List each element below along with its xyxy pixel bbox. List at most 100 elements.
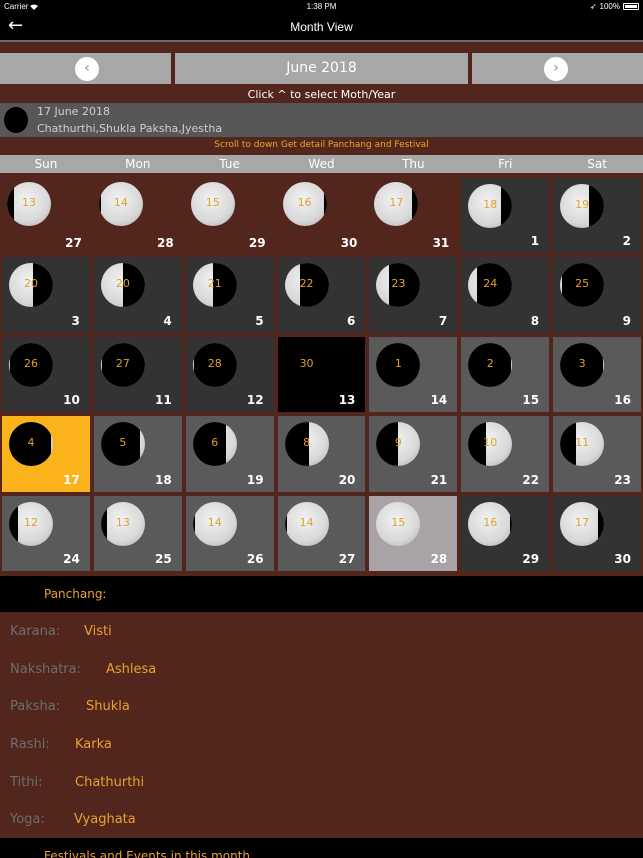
calendar-day-cell[interactable]: 18 1 [461, 178, 550, 254]
moon-phase-icon: 27 [100, 342, 145, 387]
tithi-number: 15 [391, 515, 406, 529]
tithi-number: 8 [303, 436, 311, 450]
tithi-number: 3 [578, 356, 586, 370]
day-number: 3 [71, 313, 80, 328]
festivals-title: Festivals and Events in this month [44, 849, 251, 858]
day-number: 26 [246, 551, 264, 566]
calendar-day-cell[interactable]: 13 27 [0, 176, 92, 255]
calendar-day-cell[interactable]: 5 18 [93, 416, 182, 492]
moon-phase-icon: 16 [282, 182, 327, 226]
moon-phase-icon: 28 [192, 342, 237, 387]
calendar-day-cell[interactable]: 215 [185, 257, 274, 333]
day-number: 9 [622, 313, 631, 328]
tithi-number: 11 [575, 436, 590, 450]
weekday-thu: Thu [402, 157, 425, 171]
calendar-day-cell[interactable]: 11 23 [553, 416, 641, 492]
tithi-number: 9 [394, 436, 402, 450]
calendar-day-cell[interactable]: 14 28 [92, 176, 184, 255]
panchang-value: Visti [84, 624, 112, 639]
calendar-day-cell[interactable]: 215 [461, 336, 550, 413]
calendar-day-cell[interactable]: 16 30 [276, 176, 368, 255]
moon-phase-icon: 9 [376, 422, 421, 467]
calendar-day-cell[interactable]: 6 19 [185, 416, 274, 492]
moon-phase-icon: 30 [284, 342, 329, 387]
prev-month-panel[interactable]: ‹ [0, 53, 171, 84]
calendar-day-cell[interactable]: 14 27 [277, 495, 366, 571]
calendar-day-cell[interactable]: 25 9 [553, 257, 641, 333]
calendar-day-cell[interactable]: 3 16 [553, 336, 641, 413]
panchang-key: Tithi: [10, 775, 43, 790]
month-year-selector[interactable]: June 2018 [175, 53, 468, 84]
panchang-row-tithi: Tithi: Chathurthi [10, 775, 144, 790]
panchang-row-karana: Karana: Visti [10, 624, 112, 639]
prev-month-button[interactable]: ‹ [75, 57, 99, 81]
calendar-day-cell[interactable]: 26 10 [2, 336, 90, 413]
calendar-day-cell[interactable]: 14 26 [185, 495, 274, 571]
calendar-day-cell[interactable]: 15 28 [369, 495, 458, 571]
calendar-day-cell[interactable]: 10 22 [461, 416, 550, 492]
tithi-number: 13 [115, 515, 130, 529]
moon-phase-icon: 12 [9, 501, 53, 546]
calendar-day-cell[interactable]: 13 25 [93, 495, 182, 571]
day-number: 30 [340, 236, 358, 251]
moon-phase-icon: 25 [560, 263, 605, 308]
panchang-key: Rashi: [10, 737, 50, 752]
tithi-number: 22 [299, 277, 314, 291]
day-number: 23 [614, 472, 631, 487]
weekday-sun: Sun [34, 157, 58, 171]
tithi-number: 4 [27, 436, 35, 450]
calendar-day-cell[interactable]: 24 8 [461, 257, 550, 333]
day-number: 21 [430, 472, 448, 487]
panchang-header: Panchang: [0, 576, 643, 612]
moon-phase-icon: 20 [9, 263, 53, 308]
moon-phase-icon: 20 [100, 263, 145, 308]
tithi-number: 21 [207, 277, 222, 291]
next-month-button[interactable]: › [544, 57, 568, 81]
next-month-panel[interactable]: › [472, 53, 643, 84]
battery-icon [623, 3, 639, 10]
selected-date: 17 June 2018 [37, 105, 110, 118]
calendar-day-cell[interactable]: 8 20 [277, 416, 366, 492]
panchang-value: Chathurthi [75, 775, 145, 790]
moon-phase-icon: 13 [7, 182, 51, 226]
day-number: 31 [432, 236, 450, 251]
moon-phase-icon [4, 107, 28, 133]
day-number: 2 [622, 234, 631, 249]
moon-phase-icon: 15 [376, 501, 421, 546]
panchang-value: Ashlesa [106, 662, 157, 677]
calendar-day-cell[interactable]: 23 7 [369, 257, 458, 333]
day-number: 7 [438, 313, 448, 328]
calendar-day-cell[interactable]: 15 29 [184, 176, 276, 255]
page-title: Month View [290, 20, 353, 34]
day-number: 29 [522, 551, 540, 566]
calendar-day-cell[interactable]: 19 2 [553, 178, 641, 254]
calendar-day-cell[interactable]: 4 17 [2, 416, 90, 492]
calendar-day-cell[interactable]: 30 13 [277, 336, 366, 413]
day-number: 27 [338, 551, 356, 566]
nav-bar: ← Month View [0, 14, 643, 42]
moon-phase-icon: 11 [560, 422, 605, 467]
weekday-fri: Fri [498, 157, 513, 171]
day-number: 16 [614, 393, 631, 408]
scroll-hint: Scroll to down Get detail Panchang and F… [214, 140, 429, 150]
moon-phase-icon: 10 [468, 422, 513, 467]
panchang-row-rashi: Rashi: Karka [10, 737, 112, 752]
day-number: 12 [246, 393, 264, 408]
selected-day-info: 17 June 2018 Chathurthi,Shukla Paksha,Jy… [0, 103, 643, 137]
calendar-day-cell[interactable]: 17 31 [367, 176, 459, 255]
tithi-number: 12 [24, 515, 38, 529]
calendar-day-cell[interactable]: 1 14 [369, 336, 458, 413]
calendar-day-cell[interactable]: 27 11 [93, 336, 182, 413]
calendar-day-cell[interactable]: 16 29 [461, 495, 550, 571]
tithi-number: 28 [207, 356, 222, 370]
calendar-day-cell[interactable]: 20 4 [93, 257, 182, 333]
calendar-day-cell[interactable]: 17 30 [553, 495, 641, 571]
calendar-day-cell[interactable]: 28 12 [185, 336, 274, 413]
day-number: 10 [63, 393, 80, 408]
tithi-number: 26 [24, 356, 38, 370]
calendar-day-cell[interactable]: 9 21 [369, 416, 458, 492]
calendar-day-cell[interactable]: 20 3 [2, 257, 90, 333]
day-number: 11 [154, 393, 172, 408]
calendar-day-cell[interactable]: 22 6 [277, 257, 366, 333]
calendar-day-cell[interactable]: 12 24 [2, 495, 90, 571]
